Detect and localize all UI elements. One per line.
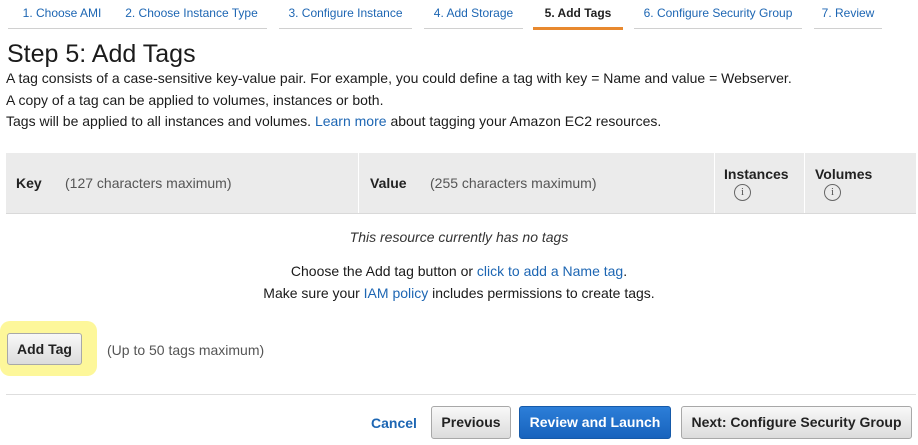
- empty-state-message: This resource currently has no tags: [349, 229, 569, 245]
- volumes-info-icon[interactable]: i: [824, 184, 841, 201]
- volumes-column-header: Volumes i: [805, 153, 916, 213]
- value-column-hint: (255 characters maximum): [430, 175, 597, 191]
- step-choose-instance-type[interactable]: 2. Choose Instance Type: [114, 0, 269, 29]
- previous-button[interactable]: Previous: [431, 406, 511, 439]
- next-configure-security-group-button[interactable]: Next: Configure Security Group: [681, 406, 912, 439]
- instances-column-header: Instances i: [715, 153, 804, 213]
- review-and-launch-button[interactable]: Review and Launch: [519, 406, 671, 439]
- description-line-3-text: Tags will be applied to all instances an…: [6, 113, 312, 129]
- key-column-label: Key: [16, 175, 42, 191]
- page-title: Step 5: Add Tags: [7, 40, 196, 68]
- footer-divider: [6, 394, 916, 395]
- step-review[interactable]: 7. Review: [812, 0, 884, 29]
- cancel-button[interactable]: Cancel: [371, 415, 417, 431]
- key-column-header: Key (127 characters maximum): [6, 153, 358, 213]
- description-line-1: A tag consists of a case-sensitive key-v…: [6, 70, 792, 86]
- tags-table-header: Key (127 characters maximum) Value (255 …: [6, 153, 916, 214]
- empty-state-hint-1-period: .: [623, 263, 628, 279]
- step-choose-ami[interactable]: 1. Choose AMI: [6, 0, 118, 29]
- learn-more-link[interactable]: Learn more: [315, 113, 387, 129]
- step-configure-security-group[interactable]: 6. Configure Security Group: [632, 0, 804, 29]
- instances-info-icon[interactable]: i: [734, 184, 751, 201]
- description-line-2: A copy of a tag can be applied to volume…: [6, 92, 384, 108]
- add-tag-button[interactable]: Add Tag: [7, 333, 82, 365]
- empty-state-hint-2: Make sure your IAM policy includes permi…: [0, 285, 918, 301]
- empty-state-hint-1: Choose the Add tag button or click to ad…: [0, 263, 918, 279]
- empty-state-hint-2-suffix: includes permissions to create tags.: [432, 285, 655, 301]
- volumes-column-label: Volumes: [815, 166, 873, 182]
- value-column-header: Value (255 characters maximum): [359, 153, 714, 213]
- value-column-label: Value: [370, 175, 407, 191]
- description-line-3: Tags will be applied to all instances an…: [6, 113, 661, 129]
- key-column-hint: (127 characters maximum): [65, 175, 232, 191]
- empty-state-hint-1-text: Choose the Add tag button or: [290, 263, 474, 279]
- empty-state-hint-2-text: Make sure your: [263, 285, 360, 301]
- instances-column-label: Instances: [724, 166, 789, 182]
- add-name-tag-link[interactable]: click to add a Name tag: [477, 263, 623, 279]
- step-add-tags[interactable]: 5. Add Tags: [533, 0, 623, 30]
- description-line-3-suffix: about tagging your Amazon EC2 resources.: [390, 113, 662, 129]
- tag-limit-text: (Up to 50 tags maximum): [107, 342, 265, 358]
- step-add-storage[interactable]: 4. Add Storage: [422, 0, 525, 29]
- iam-policy-link[interactable]: IAM policy: [364, 285, 429, 301]
- wizard-steps: 1. Choose AMI 2. Choose Instance Type 3.…: [0, 0, 918, 32]
- step-configure-instance[interactable]: 3. Configure Instance: [277, 0, 414, 29]
